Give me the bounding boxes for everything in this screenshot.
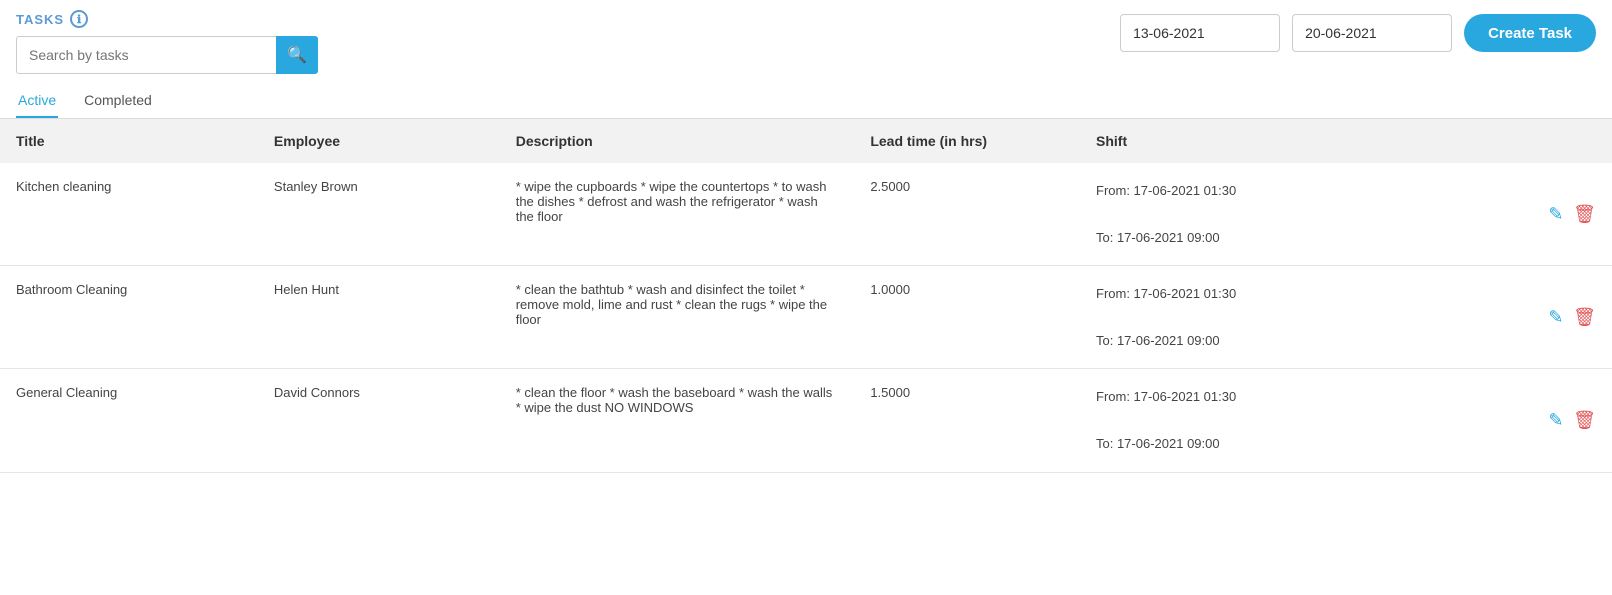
- date-from-input[interactable]: [1120, 14, 1280, 52]
- delete-icon-0[interactable]: 🗑: [1573, 204, 1596, 224]
- tasks-table: Title Employee Description Lead time (in…: [0, 119, 1612, 473]
- cell-title-1: Bathroom Cleaning: [0, 266, 258, 369]
- col-header-description: Description: [500, 119, 855, 163]
- table-row: Bathroom Cleaning Helen Hunt * clean the…: [0, 266, 1612, 369]
- date-to-input[interactable]: [1292, 14, 1452, 52]
- cell-employee-0: Stanley Brown: [258, 163, 500, 266]
- cell-title-2: General Cleaning: [0, 369, 258, 472]
- cell-shift-1: From: 17-06-2021 01:30To: 17-06-2021 09:…: [1080, 266, 1435, 369]
- cell-lead-time-0: 2.5000: [854, 163, 1080, 266]
- cell-shift-2: From: 17-06-2021 01:30To: 17-06-2021 09:…: [1080, 369, 1435, 472]
- cell-lead-time-1: 1.0000: [854, 266, 1080, 369]
- edit-icon-1[interactable]: ✎: [1548, 307, 1563, 327]
- table-row: General Cleaning David Connors * clean t…: [0, 369, 1612, 472]
- cell-actions-2: ✎ 🗑: [1435, 369, 1612, 472]
- page-title: TASKS: [16, 12, 64, 27]
- cell-description-2: * clean the floor * wash the baseboard *…: [500, 369, 855, 472]
- search-icon: 🔍: [287, 45, 307, 65]
- cell-title-0: Kitchen cleaning: [0, 163, 258, 266]
- tasks-table-wrapper: Title Employee Description Lead time (in…: [0, 119, 1612, 473]
- col-header-lead-time: Lead time (in hrs): [854, 119, 1080, 163]
- edit-icon-0[interactable]: ✎: [1548, 204, 1563, 224]
- search-row: 🔍: [16, 36, 318, 74]
- delete-icon-2[interactable]: 🗑: [1573, 410, 1596, 430]
- table-header-row: Title Employee Description Lead time (in…: [0, 119, 1612, 163]
- cell-employee-2: David Connors: [258, 369, 500, 472]
- search-input[interactable]: [16, 36, 276, 74]
- cell-employee-1: Helen Hunt: [258, 266, 500, 369]
- delete-icon-1[interactable]: 🗑: [1573, 307, 1596, 327]
- edit-icon-2[interactable]: ✎: [1548, 410, 1563, 430]
- header-right: Create Task: [1120, 10, 1596, 52]
- cell-description-1: * clean the bathtub * wash and disinfect…: [500, 266, 855, 369]
- create-task-button[interactable]: Create Task: [1464, 14, 1596, 52]
- cell-shift-0: From: 17-06-2021 01:30To: 17-06-2021 09:…: [1080, 163, 1435, 266]
- col-header-actions: [1435, 119, 1612, 163]
- cell-description-0: * wipe the cupboards * wipe the countert…: [500, 163, 855, 266]
- table-row: Kitchen cleaning Stanley Brown * wipe th…: [0, 163, 1612, 266]
- cell-actions-0: ✎ 🗑: [1435, 163, 1612, 266]
- header-left: TASKS ℹ 🔍: [16, 10, 318, 74]
- col-header-shift: Shift: [1080, 119, 1435, 163]
- tab-bar: Active Completed: [0, 84, 1612, 119]
- col-header-employee: Employee: [258, 119, 500, 163]
- tab-completed[interactable]: Completed: [82, 84, 154, 118]
- tab-active[interactable]: Active: [16, 84, 58, 118]
- page-header: TASKS ℹ 🔍 Create Task: [0, 0, 1612, 80]
- cell-actions-1: ✎ 🗑: [1435, 266, 1612, 369]
- col-header-title: Title: [0, 119, 258, 163]
- search-button[interactable]: 🔍: [276, 36, 318, 74]
- info-icon[interactable]: ℹ: [70, 10, 88, 28]
- cell-lead-time-2: 1.5000: [854, 369, 1080, 472]
- title-row: TASKS ℹ: [16, 10, 318, 28]
